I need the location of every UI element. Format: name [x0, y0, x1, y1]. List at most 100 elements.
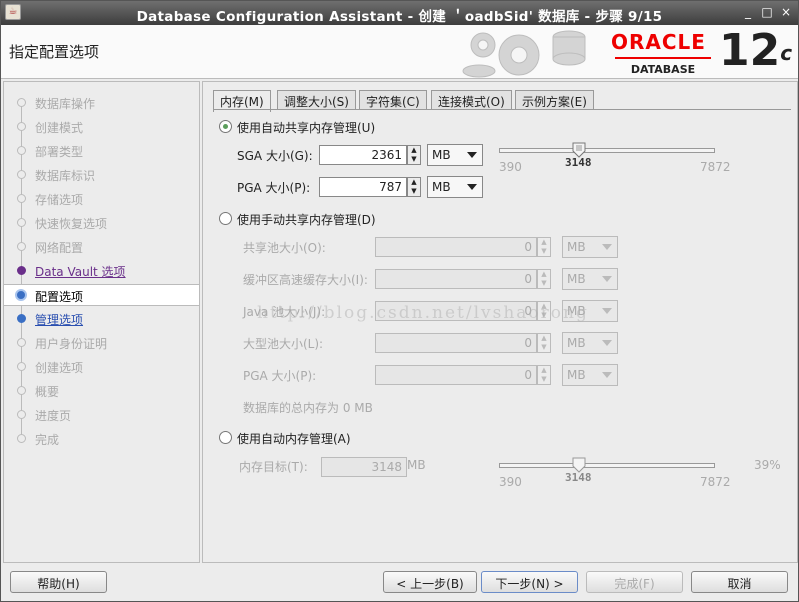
pga-size-input[interactable]: 787 — [319, 177, 407, 197]
step-item: 创建选项 — [4, 356, 199, 378]
gears-graphic-icon — [462, 30, 586, 78]
tab-sample-schemas-label: 示例方案(E) — [522, 95, 587, 109]
step-label: 配置选项 — [35, 290, 84, 304]
step-label: 创建模式 — [35, 121, 84, 135]
next-button[interactable]: 下一步(N) > — [481, 571, 578, 593]
sga-size-input[interactable]: 2361 — [319, 145, 407, 165]
step-navigator: 数据库操作 创建模式 部署类型 数据库标识 存储选项 快速恢复选项 网络配置 Data Vau… — [3, 81, 200, 563]
pga-size-spinner[interactable]: ▲ ▼ — [407, 177, 421, 197]
step-dot-icon — [17, 266, 26, 275]
step-label: 网络配置 — [35, 241, 84, 255]
manual-field-spinner[interactable]: ▲ ▼ — [537, 269, 551, 289]
back-button[interactable]: < 上一步(B) — [383, 571, 477, 593]
manual-field-input[interactable]: 0 — [375, 333, 537, 353]
chevron-down-icon — [602, 340, 612, 346]
slider-current-label: 3148 — [565, 471, 592, 484]
memory-percent-label: 39% — [754, 458, 781, 472]
manual-field-label: 共享池大小(O): — [243, 241, 326, 255]
step-item[interactable]: Data Vault 选项 — [4, 260, 199, 282]
cancel-button[interactable]: 取消 — [691, 571, 788, 593]
manual-field-spinner[interactable]: ▲ ▼ — [537, 333, 551, 353]
tab-sizing[interactable]: 调整大小(S) — [277, 90, 356, 110]
step-dot-icon — [17, 386, 26, 395]
database-subbrand: DATABASE — [615, 57, 711, 76]
step-dot-icon — [15, 289, 27, 301]
manual-field-label: PGA 大小(P): — [243, 369, 317, 383]
auto-shared-memory-radio[interactable] — [219, 120, 232, 133]
manual-field-unit-select[interactable]: MB — [562, 332, 618, 354]
manual-field-unit-value: MB — [567, 368, 586, 382]
tab-sizing-label: 调整大小(S) — [284, 95, 349, 109]
manual-field-input[interactable]: 0 — [375, 365, 537, 385]
memory-target-label: 内存目标(T): — [239, 460, 308, 474]
step-label: 创建选项 — [35, 361, 84, 375]
manual-field-input[interactable]: 0 — [375, 237, 537, 257]
step-item: 快速恢复选项 — [4, 212, 199, 234]
chevron-down-icon — [602, 244, 612, 250]
auto-shared-memory-slider[interactable]: 390 3148 7872 — [499, 142, 739, 178]
manual-field-spinner[interactable]: ▲ ▼ — [537, 365, 551, 385]
step-dot-icon — [17, 434, 26, 443]
version-logo: 12c — [719, 27, 792, 75]
step-item[interactable]: 管理选项 — [4, 308, 199, 330]
manual-field-unit-select[interactable]: MB — [562, 236, 618, 258]
step-item: 配置选项 — [4, 284, 199, 306]
chevron-down-icon — [602, 372, 612, 378]
auto-memory-radio[interactable] — [219, 431, 232, 444]
tab-connection-mode-label: 连接模式(O) — [438, 95, 505, 109]
sga-unit-value: MB — [432, 148, 451, 162]
pga-unit-value: MB — [432, 180, 451, 194]
memory-panel: 使用自动共享内存管理(U) SGA 大小(G): 2361 ▲ ▼ MB PGA … — [213, 109, 791, 557]
step-dot-icon — [17, 218, 26, 227]
step-label: 存储选项 — [35, 193, 84, 207]
step-label: 快速恢复选项 — [35, 217, 108, 231]
maximize-button[interactable]: □ — [760, 5, 774, 19]
step-dot-icon — [17, 122, 26, 131]
manual-field-unit-select[interactable]: MB — [562, 268, 618, 290]
step-dot-icon — [17, 362, 26, 371]
help-button[interactable]: 帮助(H) — [10, 571, 107, 593]
step-dot-icon — [17, 170, 26, 179]
sga-size-spinner[interactable]: ▲ ▼ — [407, 145, 421, 165]
slider-min-label: 390 — [499, 475, 522, 489]
manual-field-unit-select[interactable]: MB — [562, 364, 618, 386]
manual-shared-memory-radio[interactable] — [219, 212, 232, 225]
auto-memory-slider[interactable]: 390 3148 7872 — [499, 457, 739, 493]
tab-connection-mode[interactable]: 连接模式(O) — [431, 90, 512, 110]
manual-field-input[interactable]: 0 — [375, 269, 537, 289]
step-label: 用户身份证明 — [35, 337, 108, 351]
header-banner: 指定配置选项 ORACLE DATABASE 12c — [1, 25, 798, 79]
minimize-button[interactable]: _ — [741, 5, 755, 19]
title-bar: ☕ Database Configuration Assistant - 创建 … — [1, 1, 798, 25]
step-label: 概要 — [35, 385, 60, 399]
manual-field-spinner[interactable]: ▲ ▼ — [537, 237, 551, 257]
step-dot-icon — [17, 98, 26, 107]
step-label: 完成 — [35, 433, 60, 447]
watermark-text: http://blog.csdn.net/lvshaorong — [257, 303, 589, 323]
manual-field-unit-value: MB — [567, 336, 586, 350]
page-heading: 指定配置选项 — [9, 43, 100, 61]
pga-unit-select[interactable]: MB — [427, 176, 483, 198]
manual-shared-memory-label: 使用手动共享内存管理(D) — [237, 213, 376, 227]
step-item: 完成 — [4, 428, 199, 450]
sga-unit-select[interactable]: MB — [427, 144, 483, 166]
version-suffix: c — [780, 41, 793, 65]
auto-memory-label: 使用自动内存管理(A) — [237, 432, 351, 446]
step-item: 概要 — [4, 380, 199, 402]
tab-charset[interactable]: 字符集(C) — [359, 90, 427, 110]
step-item: 进度页 — [4, 404, 199, 426]
step-label: 管理选项 — [35, 313, 84, 327]
footer-bar: 帮助(H) < 上一步(B) 下一步(N) > 完成(F) 取消 — [1, 565, 798, 601]
manual-field-label: 缓冲区高速缓存大小(I): — [243, 273, 368, 287]
chevron-down-icon — [467, 184, 477, 190]
chevron-down-icon — [602, 308, 612, 314]
manual-field-unit-value: MB — [567, 240, 586, 254]
pga-size-label: PGA 大小(P): — [237, 181, 311, 195]
dbca-window: ☕ Database Configuration Assistant - 创建 … — [0, 0, 799, 602]
close-button[interactable]: × — [779, 5, 793, 19]
finish-button[interactable]: 完成(F) — [586, 571, 683, 593]
step-item: 数据库操作 — [4, 92, 199, 114]
oracle-logo: ORACLE DATABASE — [611, 31, 713, 76]
memory-target-input[interactable]: 3148 — [321, 457, 407, 477]
tab-sample-schemas[interactable]: 示例方案(E) — [515, 90, 594, 110]
